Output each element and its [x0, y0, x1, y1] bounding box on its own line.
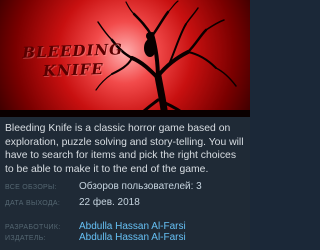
game-description: Bleeding Knife is a classic horror game … — [5, 123, 244, 175]
publisher-label: ИЗДАТЕЛЬ: — [5, 235, 46, 242]
release-date-value: 22 фев. 2018 — [79, 197, 140, 208]
game-info-card: BLEEDING KNIFE Bleeding Knife is a class… — [0, 0, 250, 250]
developer-row: РАЗРАБОТЧИК: Abdulla Hassan Al-Farsi — [5, 221, 247, 232]
logo-line-2: KNIFE — [42, 59, 105, 81]
game-logo-text: BLEEDING KNIFE — [17, 40, 128, 82]
game-header-image[interactable]: BLEEDING KNIFE — [0, 0, 250, 117]
release-date-row: ДАТА ВЫХОДА: 22 фев. 2018 — [5, 197, 247, 221]
game-details: ВСЕ ОБЗОРЫ: Обзоров пользователей: 3 ДАТ… — [5, 181, 247, 243]
logo-line-1: BLEEDING — [22, 40, 124, 62]
developer-label: РАЗРАБОТЧИК: — [5, 224, 61, 231]
release-date-label: ДАТА ВЫХОДА: — [5, 200, 61, 207]
developer-link[interactable]: Abdulla Hassan Al-Farsi — [79, 221, 186, 232]
publisher-link[interactable]: Abdulla Hassan Al-Farsi — [79, 232, 186, 243]
reviews-value[interactable]: Обзоров пользователей: 3 — [79, 181, 202, 192]
reviews-row: ВСЕ ОБЗОРЫ: Обзоров пользователей: 3 — [5, 181, 247, 197]
publisher-row: ИЗДАТЕЛЬ: Abdulla Hassan Al-Farsi — [5, 232, 247, 243]
reviews-label: ВСЕ ОБЗОРЫ: — [5, 184, 57, 191]
